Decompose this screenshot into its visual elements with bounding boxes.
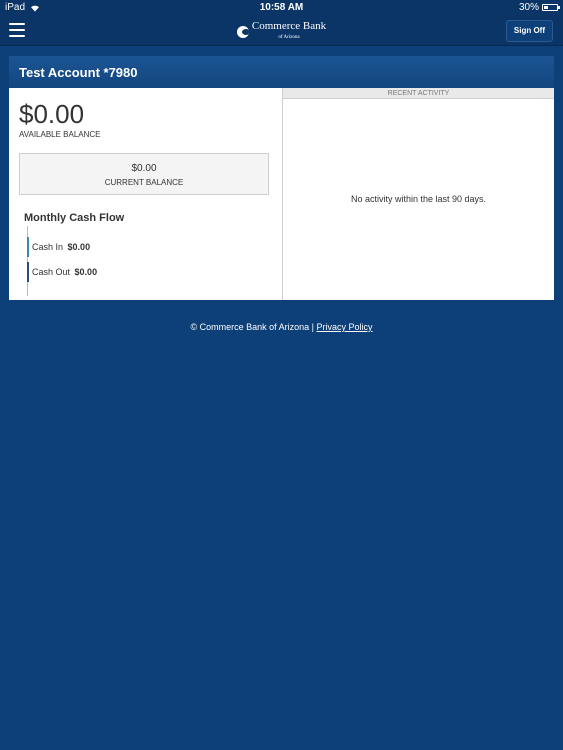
logo-subtitle: of Arizona [278,35,300,40]
status-right: 30% [518,2,560,13]
sign-off-button[interactable]: Sign Off [505,20,553,42]
current-balance-amount: $0.00 [131,163,157,174]
bank-logo-icon [236,26,249,38]
cash-in-row: Cash In $0.00 [27,237,90,257]
battery-percent: 30% [518,2,539,13]
footer: © Commerce Bank of Arizona | Privacy Pol… [0,322,563,332]
battery-fill [544,6,548,9]
balance-column: $0.00 AVAILABLE BALANCE $0.00 CURRENT BA… [9,88,282,300]
status-bar: iPad 10:58 AM 30% [0,0,563,16]
bank-logo: Commerce Bank of Arizona [0,21,563,43]
cash-in-value: $0.00 [67,242,91,252]
cash-flow-title: Monthly Cash Flow [24,212,125,224]
cash-out-value: $0.00 [74,267,98,277]
recent-activity-header: RECENT ACTIVITY [283,88,554,99]
cash-out-row: Cash Out $0.00 [27,262,97,282]
account-panel: $0.00 AVAILABLE BALANCE $0.00 CURRENT BA… [9,88,554,300]
app-header: Commerce Bank of Arizona Sign Off [0,16,563,46]
current-balance-box: $0.00 CURRENT BALANCE [19,153,269,195]
no-activity-message: No activity within the last 90 days. [350,194,487,204]
current-balance-label: CURRENT BALANCE [104,178,184,187]
available-balance-amount: $0.00 [19,99,85,129]
account-title: Test Account *7980 [9,56,554,88]
copyright-text: © Commerce Bank of Arizona | [190,322,314,332]
status-time: 10:58 AM [259,2,304,13]
privacy-policy-link[interactable]: Privacy Policy [317,322,373,332]
battery-icon [542,4,560,11]
recent-activity-panel: RECENT ACTIVITY No activity within the l… [282,88,554,300]
available-balance-label: AVAILABLE BALANCE [19,130,101,139]
logo-name: Commerce Bank [251,20,327,32]
cash-in-label: Cash In [32,242,64,252]
cash-out-label: Cash Out [32,267,71,277]
